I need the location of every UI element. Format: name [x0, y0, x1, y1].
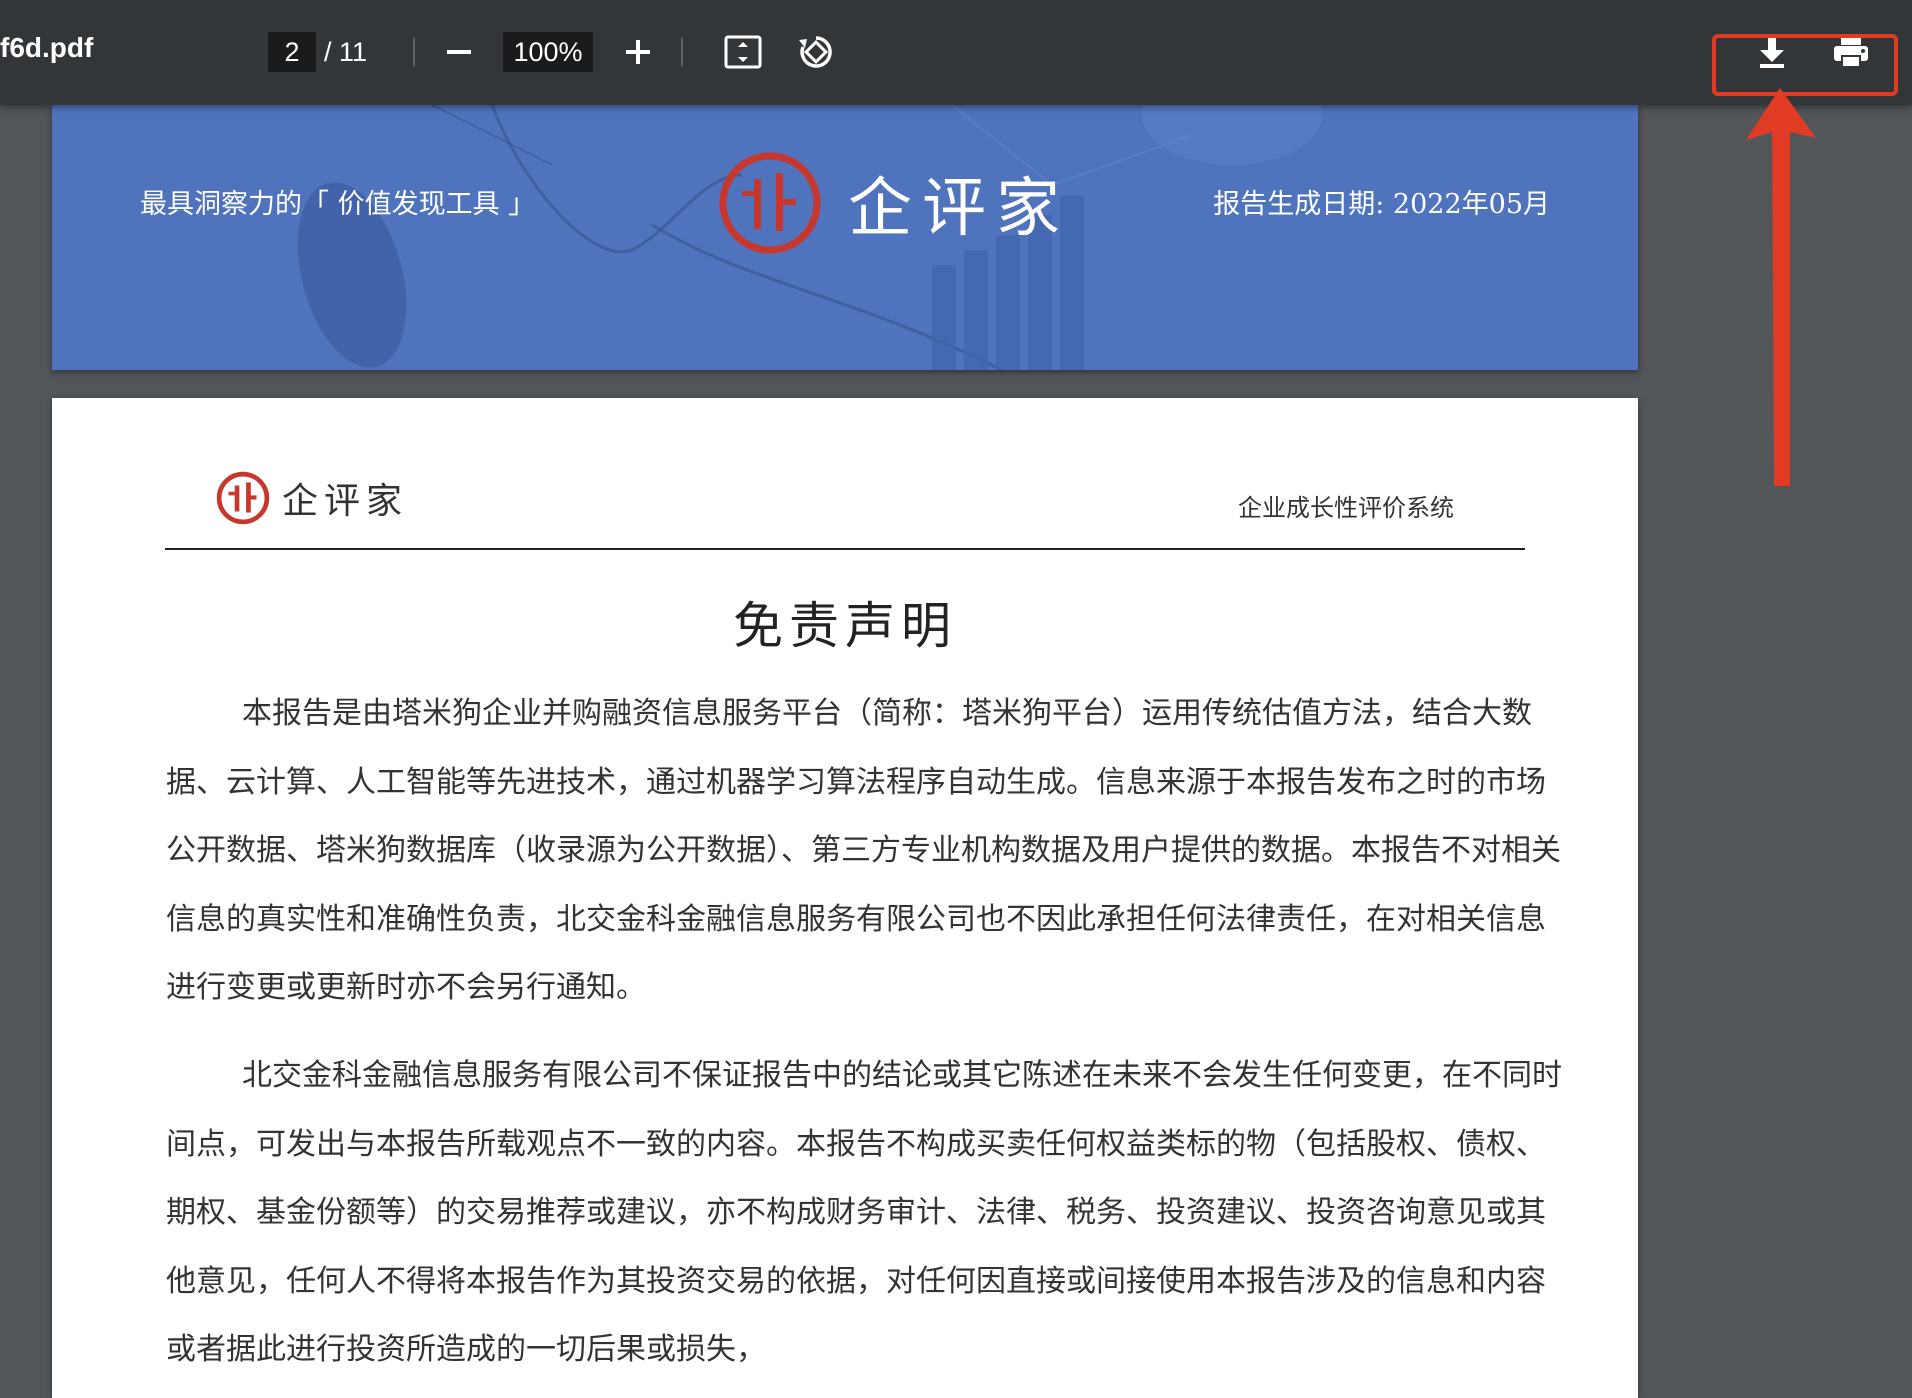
header-logo-text: 企评家: [282, 481, 409, 522]
page-title: 免责声明: [733, 597, 957, 655]
toolbar-divider: [681, 38, 683, 66]
banner-slogan: 最具洞察力的「 价值发现工具 」: [140, 189, 536, 220]
header-system-name: 企业成长性评价系统: [1238, 494, 1454, 522]
pdf-toolbar: f6d.pdf 2 / 11 100%: [0, 0, 1912, 105]
pdf-page: 企评家 企业成长性评价系统 免责声明 本报告是由塔米狗企业并购融资信息服务平台（…: [52, 398, 1638, 1398]
banner-logo: 企评家: [718, 151, 1070, 255]
zoom-out-icon: [447, 50, 471, 54]
page-number-input[interactable]: 2: [268, 32, 316, 72]
header-rule: [165, 548, 1525, 550]
qipingjia-logo-icon: [216, 471, 270, 525]
zoom-level-input[interactable]: 100%: [503, 32, 593, 72]
qipingjia-logo-icon: [719, 152, 821, 254]
zoom-in-icon: [626, 40, 650, 64]
rotate-icon: [799, 36, 832, 68]
fit-page-icon: [724, 35, 762, 69]
paragraph-1: 本报告是由塔米狗企业并购融资信息服务平台（简称：塔米狗平台）运用传统估值方法，结…: [166, 696, 1561, 1005]
report-date: 报告生成日期: 2022年05月: [1213, 189, 1550, 220]
header-logo: 企评家: [216, 471, 408, 525]
previous-page-banner: 最具洞察力的「 价值发现工具 」 企评家 报告生成日期: 2022年05月: [52, 105, 1638, 370]
page-total: / 11: [324, 37, 368, 67]
zoom-in-button[interactable]: [614, 28, 662, 76]
annotation-arrow-icon: [1746, 88, 1816, 486]
banner-logo-text: 企评家: [848, 172, 1070, 246]
rotate-button[interactable]: [792, 28, 840, 76]
zoom-out-button[interactable]: [435, 28, 483, 76]
paragraph-2: 北交金科金融信息服务有限公司不保证报告中的结论或其它陈述在未来不会发生任何变更，…: [166, 1058, 1562, 1367]
fit-page-button[interactable]: [719, 28, 767, 76]
file-name: f6d.pdf: [0, 32, 94, 63]
toolbar-divider: [413, 38, 415, 66]
